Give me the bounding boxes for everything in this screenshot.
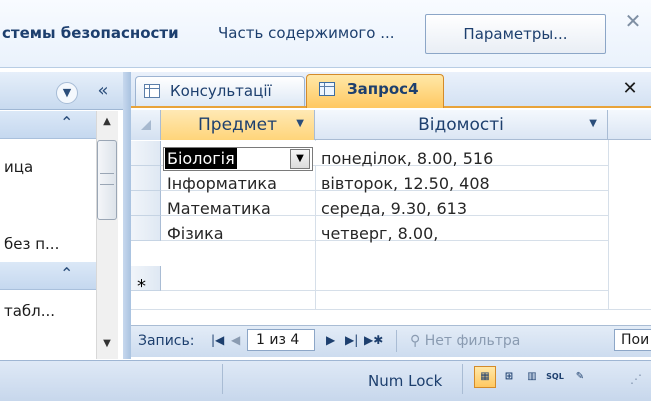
tab-label: Запрос4 xyxy=(347,80,419,98)
tab-query4[interactable]: Запрос4 xyxy=(306,74,444,108)
tab-label: Консультації xyxy=(170,82,272,100)
query-icon xyxy=(319,82,335,96)
close-document-icon[interactable]: ✕ xyxy=(620,78,640,100)
row-selector[interactable] xyxy=(131,191,161,216)
num-lock-indicator: Num Lock xyxy=(368,372,443,390)
column-header-label: Предмет xyxy=(198,115,277,135)
scrollbar-grip xyxy=(100,173,114,185)
datasheet-view-icon[interactable]: ▦ xyxy=(474,366,496,388)
new-record-marker: * xyxy=(137,276,146,297)
last-record-icon[interactable]: ▶| xyxy=(345,333,358,347)
column-divider xyxy=(608,140,609,310)
pivot-chart-view-icon[interactable]: ▥ xyxy=(521,366,543,388)
table-icon xyxy=(144,84,160,98)
nav-group-header[interactable]: ⌃ xyxy=(0,262,96,290)
divider xyxy=(462,364,463,394)
current-record-field[interactable]: 1 из 4 xyxy=(247,329,315,351)
new-record-row[interactable] xyxy=(131,266,608,291)
column-header-subject[interactable]: Предмет ▼ xyxy=(161,110,315,140)
access-window: стемы безопасности Часть содержимого ...… xyxy=(0,0,651,401)
subject-cell[interactable]: Фізика xyxy=(167,222,224,246)
collapse-group-icon: ⌃ xyxy=(60,264,74,283)
row-selector[interactable] xyxy=(131,166,161,191)
design-view-icon[interactable]: ✎ xyxy=(569,366,591,388)
next-record-icon[interactable]: ▶ xyxy=(326,333,335,347)
row-selector[interactable] xyxy=(131,141,161,166)
record-navigation-bar xyxy=(131,325,651,357)
select-all-triangle xyxy=(141,120,151,130)
collapse-group-icon: ⌃ xyxy=(60,113,74,132)
chevron-down-icon[interactable]: ▼ xyxy=(56,82,78,104)
sql-view-icon[interactable]: SQL xyxy=(544,366,566,388)
info-cell[interactable]: четверг, 8.00, xyxy=(321,222,438,246)
options-button[interactable]: Параметры... xyxy=(425,14,606,54)
row-selector[interactable] xyxy=(131,216,161,241)
filter-icon: ⚲ xyxy=(410,333,425,349)
scroll-up-icon[interactable]: ▲ xyxy=(96,111,118,133)
filter-label: Нет фильтра xyxy=(424,333,521,349)
row-selector[interactable] xyxy=(131,266,161,291)
close-icon[interactable]: ✕ xyxy=(622,10,644,32)
resize-grip-icon[interactable]: ⋰ xyxy=(630,372,642,386)
shutter-bar-collapse-icon[interactable]: « xyxy=(92,80,114,102)
column-header-label: Відомості xyxy=(418,115,504,135)
pane-splitter[interactable] xyxy=(123,72,131,359)
search-input[interactable]: Пои xyxy=(614,329,651,351)
new-record-icon[interactable]: ▶✱ xyxy=(364,333,383,347)
grid-empty-area xyxy=(131,309,651,325)
divider xyxy=(396,330,397,352)
security-warning-text: стемы безопасности xyxy=(2,24,179,42)
filter-toggle[interactable]: ⚲ Нет фильтра xyxy=(410,333,520,349)
record-label: Запись: xyxy=(138,333,195,349)
nav-group-header[interactable]: ⌃ xyxy=(0,111,96,139)
scroll-down-icon[interactable]: ▼ xyxy=(96,333,118,355)
nav-item[interactable]: табл... xyxy=(4,302,55,320)
chevron-down-icon[interactable]: ▼ xyxy=(589,118,597,129)
chevron-down-icon[interactable]: ▼ xyxy=(296,118,304,129)
nav-item[interactable]: без п... xyxy=(4,235,59,253)
column-header-info[interactable]: Відомості ▼ xyxy=(315,110,608,140)
previous-record-icon[interactable]: ◀ xyxy=(231,333,240,347)
first-record-icon[interactable]: |◀ xyxy=(211,333,224,347)
tab-consultations[interactable]: Консультації xyxy=(135,76,305,106)
nav-item[interactable]: ица xyxy=(4,158,33,176)
divider xyxy=(222,364,223,394)
content-disabled-text: Часть содержимого ... xyxy=(218,24,395,42)
pivot-table-view-icon[interactable]: ⊞ xyxy=(498,366,520,388)
